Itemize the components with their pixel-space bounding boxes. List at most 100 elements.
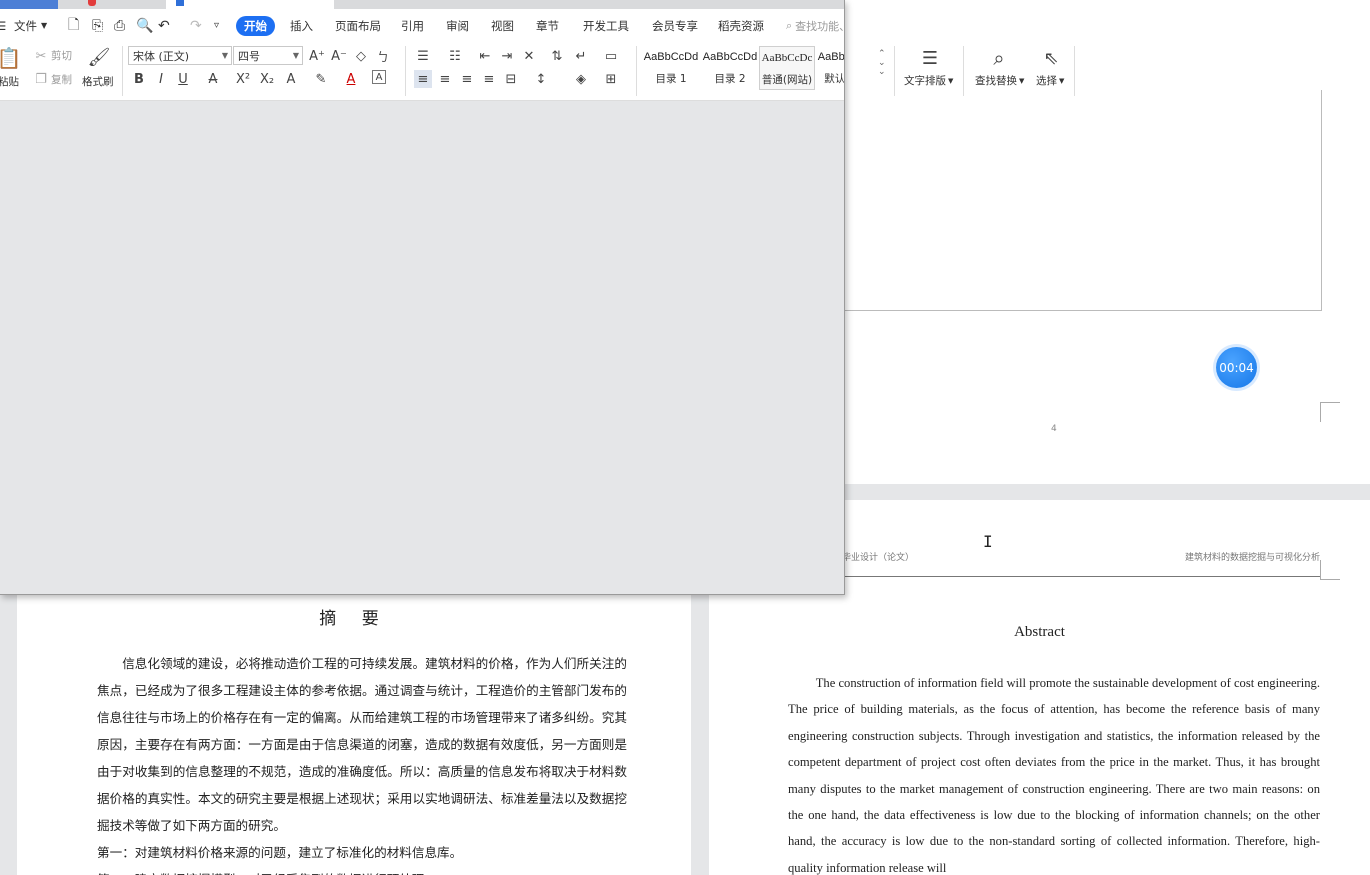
format-painter-button[interactable]: 格式刷: [82, 74, 114, 89]
increase-font-icon[interactable]: A⁺: [308, 47, 326, 65]
chevron-down-icon: ▼: [948, 76, 954, 85]
tab-start[interactable]: 开始: [236, 16, 275, 36]
highlight-icon[interactable]: ✎: [312, 70, 330, 88]
separator: [894, 46, 895, 96]
page-number: 4: [1051, 424, 1057, 434]
style-normal-web[interactable]: AaBbCcDc 普通(网站): [759, 46, 815, 90]
line-spacing-icon[interactable]: ↕: [532, 70, 550, 88]
distribute-icon[interactable]: ⊟: [502, 70, 520, 88]
paste-icon[interactable]: 📋: [0, 46, 21, 70]
crop-mark: [1320, 560, 1340, 580]
tab-insert[interactable]: 插入: [290, 9, 313, 42]
format-painter-icon[interactable]: 🖌: [88, 46, 111, 68]
ruler-icon[interactable]: ▭: [602, 47, 620, 65]
docer-icon: [88, 0, 96, 6]
align-center-icon[interactable]: ≡: [436, 70, 454, 88]
abstract-cn-paragraph: 第一：对建筑材料价格来源的问题，建立了标准化的材料信息库。: [97, 845, 463, 860]
save-icon[interactable]: 🗋: [68, 9, 79, 42]
text-layout-icon[interactable]: ☰: [918, 46, 942, 70]
tab-review[interactable]: 审阅: [446, 9, 469, 42]
clear-format-icon[interactable]: ◇: [352, 47, 370, 65]
find-replace-icon[interactable]: ⌕: [987, 46, 1011, 70]
export-icon[interactable]: ⎘: [92, 9, 103, 42]
select-cursor-icon[interactable]: ⇖: [1040, 46, 1062, 70]
find-replace-button[interactable]: 查找替换 ▼: [975, 73, 1024, 88]
function-search[interactable]: ⌕查找功能、搜索模板: [786, 9, 844, 42]
crop-mark: [1320, 402, 1340, 422]
decrease-font-icon[interactable]: A⁻: [330, 47, 348, 65]
header-right: 建筑材料的数据挖掘与可视化分析: [1184, 553, 1320, 563]
print-icon[interactable]: ⎙: [114, 9, 125, 42]
tab-page-layout[interactable]: 页面布局: [335, 9, 381, 42]
underline-icon[interactable]: U: [174, 70, 192, 88]
undo-icon[interactable]: ↶: [158, 9, 170, 42]
abstract-cn-title: 摘 要: [319, 609, 389, 629]
font-size-select[interactable]: 四号 ▼: [233, 46, 303, 65]
text-cursor-icon: I: [983, 532, 993, 551]
tab-docer[interactable]: [72, 0, 162, 9]
tab-references[interactable]: 引用: [401, 9, 424, 42]
separator: [405, 46, 406, 96]
shading-icon[interactable]: ◈: [572, 70, 590, 88]
align-left-icon[interactable]: ≡: [414, 70, 432, 88]
chevron-down-icon: ▼: [292, 51, 299, 60]
title-bar: [0, 0, 844, 9]
chevron-down-icon: ▼: [1059, 76, 1065, 85]
bold-icon[interactable]: B: [130, 70, 148, 88]
justify-icon[interactable]: ≡: [480, 70, 498, 88]
sort-icon[interactable]: ⇅: [548, 47, 566, 65]
subscript-icon[interactable]: X₂: [258, 70, 276, 88]
paste-button[interactable]: 粘贴: [0, 74, 19, 89]
redo-icon[interactable]: ↷: [190, 9, 202, 42]
doc-icon: [176, 0, 184, 6]
align-right-icon[interactable]: ≡: [458, 70, 476, 88]
tab-docer-resources[interactable]: 稻壳资源: [718, 9, 764, 42]
font-color-icon[interactable]: A: [342, 70, 360, 88]
italic-icon[interactable]: I: [152, 70, 170, 88]
font-name-select[interactable]: 宋体 (正文) ▼: [128, 46, 232, 65]
abstract-cn-body[interactable]: 信息化领域的建设，必将推动造价工程的可持续发展。建筑材料的价格，作为人们所关注的…: [97, 650, 627, 875]
print-preview-icon[interactable]: 🔍: [136, 9, 153, 42]
separator: [636, 46, 637, 96]
text-layout-button[interactable]: 文字排版 ▼: [904, 73, 953, 88]
tab-member[interactable]: 会员专享: [652, 9, 698, 42]
chevron-down-icon: ▼: [221, 51, 228, 60]
superscript-icon[interactable]: X²: [234, 70, 252, 88]
bullet-list-icon[interactable]: ☰: [414, 47, 432, 65]
cut-icon: ✂: [35, 48, 47, 64]
style-default-paragraph[interactable]: AaBbCcDd默认段...: [817, 46, 844, 90]
phonetic-guide-icon[interactable]: ㄅ: [374, 47, 392, 65]
menu-file[interactable]: 文件 ▼: [14, 9, 47, 42]
tab-view[interactable]: 视图: [491, 9, 514, 42]
expand-icon: ⌄: [878, 67, 886, 77]
abstract-en-body[interactable]: The construction of information field wi…: [788, 670, 1320, 875]
tab-developer[interactable]: 开发工具: [583, 9, 629, 42]
text-effect-icon[interactable]: A: [282, 70, 300, 88]
tab-document[interactable]: [166, 0, 334, 9]
quick-access-more-icon[interactable]: ▿: [214, 9, 219, 42]
menu-icon[interactable]: ☰: [0, 9, 6, 42]
chinese-layout-icon[interactable]: ✕: [520, 47, 538, 65]
numbered-list-icon[interactable]: ☷: [446, 47, 464, 65]
decrease-indent-icon[interactable]: ⇤: [476, 47, 494, 65]
increase-indent-icon[interactable]: ⇥: [498, 47, 516, 65]
tab-home[interactable]: [0, 0, 58, 9]
separator: [1074, 46, 1075, 96]
separator: [122, 46, 123, 96]
copy-button[interactable]: 复制: [51, 72, 72, 87]
tab-chapter[interactable]: 章节: [536, 9, 559, 42]
strikethrough-icon[interactable]: A: [204, 70, 222, 88]
style-toc2[interactable]: AaBbCcDd 目录 2: [702, 46, 758, 90]
cut-button[interactable]: 剪切: [51, 48, 72, 63]
char-border-icon[interactable]: A: [372, 70, 386, 84]
chevron-down-icon: ▼: [1019, 76, 1025, 85]
style-toc1[interactable]: AaBbCcDd 目录 1: [643, 46, 699, 90]
text-frame: [786, 90, 1322, 311]
show-marks-icon[interactable]: ↵: [572, 47, 590, 65]
styles-scroll[interactable]: ⌃ ⌄ ⌄: [878, 50, 886, 77]
recording-timer[interactable]: 00:04: [1216, 347, 1257, 388]
abstract-cn-paragraph: 第二：建立数据挖掘模型，对已经采集到的数据进行预处理。: [97, 866, 627, 875]
select-button[interactable]: 选择 ▼: [1036, 73, 1064, 88]
borders-icon[interactable]: ⊞: [602, 70, 620, 88]
document-area: [0, 101, 844, 594]
